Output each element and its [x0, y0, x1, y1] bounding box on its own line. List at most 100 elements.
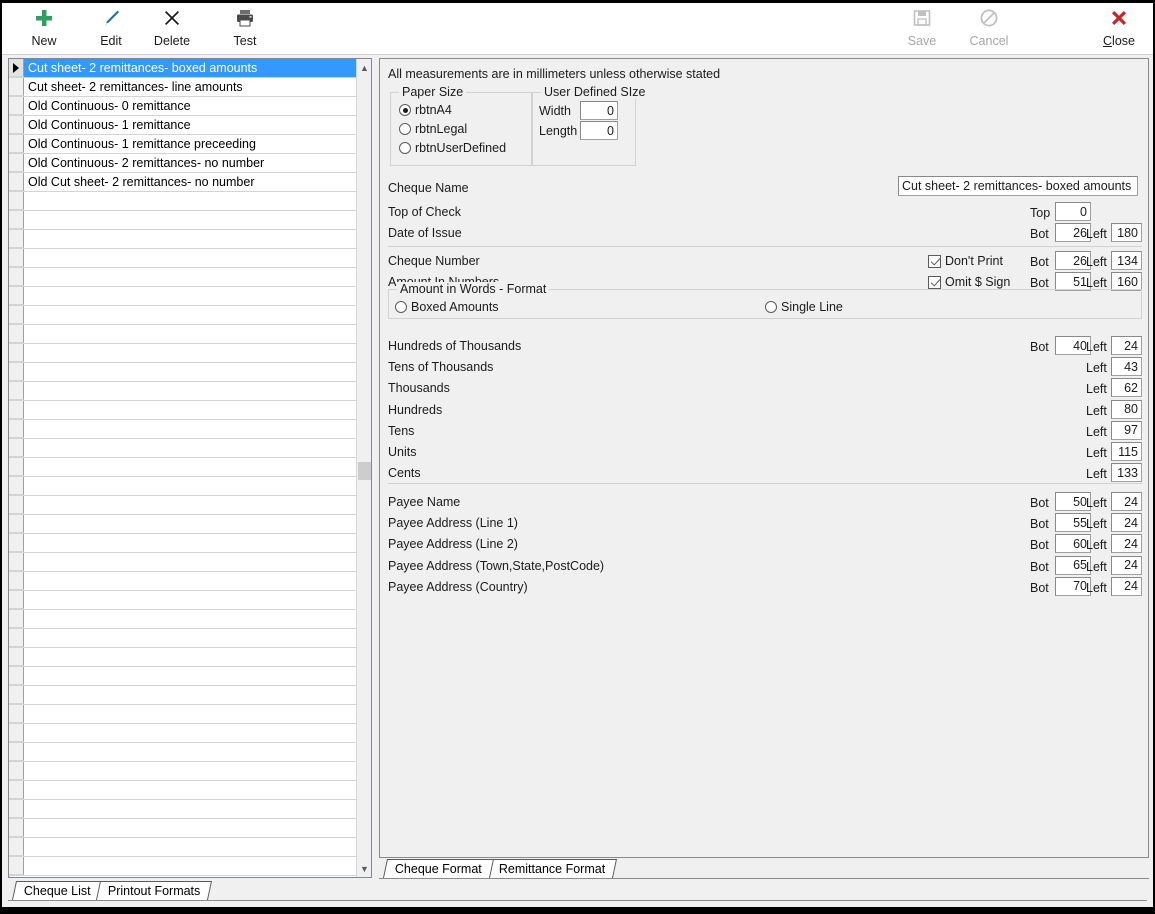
length-input[interactable]: [580, 121, 618, 140]
table-row[interactable]: [9, 724, 358, 743]
row-header-cell[interactable]: [9, 496, 24, 514]
table-row[interactable]: [9, 743, 358, 762]
table-row[interactable]: Old Continuous- 2 remittances- no number: [9, 154, 358, 173]
table-row[interactable]: [9, 230, 358, 249]
delete-button[interactable]: Delete: [138, 5, 206, 53]
table-row[interactable]: [9, 515, 358, 534]
row-header-cell[interactable]: [9, 173, 24, 191]
table-row[interactable]: [9, 477, 358, 496]
date-of-issue-left-input[interactable]: [1111, 223, 1142, 242]
scrollbar-thumb[interactable]: [358, 462, 371, 480]
tab-remittance-format[interactable]: Remittance Format: [486, 859, 618, 878]
payee-left-input-1[interactable]: [1111, 513, 1142, 533]
table-row[interactable]: [9, 591, 358, 610]
row-header-cell[interactable]: [9, 325, 24, 343]
table-row[interactable]: Old Continuous- 0 remittance: [9, 97, 358, 116]
table-row[interactable]: [9, 306, 358, 325]
denomination-left-input-2[interactable]: [1111, 378, 1142, 398]
denomination-left-input-3[interactable]: [1111, 399, 1142, 419]
table-row[interactable]: [9, 496, 358, 515]
denomination-left-input-6[interactable]: [1111, 463, 1142, 483]
table-row[interactable]: [9, 534, 358, 553]
table-row[interactable]: [9, 439, 358, 458]
row-header-cell[interactable]: [9, 819, 24, 837]
denomination-left-input-5[interactable]: [1111, 442, 1142, 461]
row-header-cell[interactable]: [9, 477, 24, 495]
table-row[interactable]: [9, 249, 358, 268]
table-row[interactable]: [9, 268, 358, 287]
row-header-cell[interactable]: [9, 515, 24, 533]
radio-paper-userdefined[interactable]: rbtnUserDefined: [399, 141, 506, 155]
payee-left-input-4[interactable]: [1111, 576, 1142, 596]
row-header-cell[interactable]: [9, 800, 24, 818]
row-header-cell[interactable]: [9, 534, 24, 552]
table-row[interactable]: [9, 800, 358, 819]
row-header-cell[interactable]: [9, 857, 24, 875]
row-header-cell[interactable]: [9, 382, 24, 400]
table-row[interactable]: [9, 610, 358, 629]
width-input[interactable]: [580, 101, 618, 120]
row-header-cell[interactable]: [9, 591, 24, 609]
row-header-cell[interactable]: [9, 59, 24, 77]
top-of-check-top-input[interactable]: [1055, 202, 1091, 221]
row-header-cell[interactable]: [9, 97, 24, 115]
row-header-cell[interactable]: [9, 211, 24, 229]
new-button[interactable]: New: [10, 5, 78, 53]
cheque-list-grid[interactable]: Cut sheet- 2 remittances- boxed amounts C…: [8, 58, 372, 878]
table-row[interactable]: [9, 401, 358, 420]
row-header-cell[interactable]: [9, 420, 24, 438]
radio-paper-legal[interactable]: rbtnLegal: [399, 122, 467, 136]
scroll-up-arrow[interactable]: ▲: [357, 59, 371, 76]
cheque-list-scrollbar[interactable]: ▲ ▼: [356, 59, 371, 877]
row-header-cell[interactable]: [9, 192, 24, 210]
table-row[interactable]: [9, 686, 358, 705]
denomination-left-input-1[interactable]: [1111, 357, 1142, 377]
row-header-cell[interactable]: [9, 287, 24, 305]
row-header-cell[interactable]: [9, 553, 24, 571]
table-row[interactable]: [9, 857, 358, 876]
row-header-cell[interactable]: [9, 648, 24, 666]
radio-single-line[interactable]: Single Line: [765, 300, 843, 314]
row-header-cell[interactable]: [9, 629, 24, 647]
row-header-cell[interactable]: [9, 344, 24, 362]
table-row[interactable]: Old Cut sheet- 2 remittances- no number: [9, 173, 358, 192]
row-header-cell[interactable]: [9, 762, 24, 780]
row-header-cell[interactable]: [9, 667, 24, 685]
denomination-left-input-0[interactable]: [1111, 336, 1142, 355]
table-row[interactable]: [9, 553, 358, 572]
row-header-cell[interactable]: [9, 401, 24, 419]
row-header-cell[interactable]: [9, 458, 24, 476]
test-button[interactable]: Test: [211, 5, 279, 53]
tab-cheque-list[interactable]: Cheque List: [11, 881, 103, 900]
table-row[interactable]: [9, 705, 358, 724]
payee-left-input-0[interactable]: [1111, 492, 1142, 511]
close-button[interactable]: Close: [1085, 5, 1153, 53]
table-row[interactable]: [9, 629, 358, 648]
payee-left-input-2[interactable]: [1111, 534, 1142, 554]
table-row[interactable]: [9, 572, 358, 591]
table-row[interactable]: Cut sheet- 2 remittances- boxed amounts: [9, 59, 358, 78]
table-row[interactable]: [9, 192, 358, 211]
table-row[interactable]: Old Continuous- 1 remittance preceeding: [9, 135, 358, 154]
row-header-cell[interactable]: [9, 306, 24, 324]
row-header-cell[interactable]: [9, 439, 24, 457]
row-header-cell[interactable]: [9, 230, 24, 248]
row-header-cell[interactable]: [9, 572, 24, 590]
row-header-cell[interactable]: [9, 610, 24, 628]
radio-boxed-amounts[interactable]: Boxed Amounts: [395, 300, 499, 314]
cheque-name-input[interactable]: [898, 176, 1138, 196]
table-row[interactable]: Old Continuous- 1 remittance: [9, 116, 358, 135]
row-header-cell[interactable]: [9, 154, 24, 172]
table-row[interactable]: [9, 325, 358, 344]
denomination-left-input-4[interactable]: [1111, 420, 1142, 440]
row-header-cell[interactable]: [9, 686, 24, 704]
cheque-number-left-input[interactable]: [1111, 251, 1142, 270]
table-row[interactable]: [9, 762, 358, 781]
table-row[interactable]: [9, 648, 358, 667]
payee-left-input-3[interactable]: [1111, 555, 1142, 575]
table-row[interactable]: [9, 667, 358, 686]
row-header-cell[interactable]: [9, 116, 24, 134]
row-header-cell[interactable]: [9, 781, 24, 799]
scroll-down-arrow[interactable]: ▼: [357, 860, 371, 877]
table-row[interactable]: [9, 363, 358, 382]
